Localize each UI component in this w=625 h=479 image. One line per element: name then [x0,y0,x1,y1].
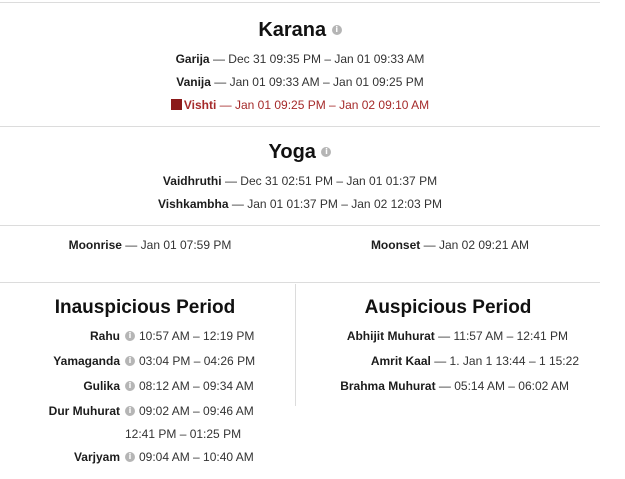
karana-dash: — [219,98,235,112]
karana-name: Vanija [176,75,211,89]
yoga-title: Yoga [268,141,316,163]
karana-dash: — [214,75,230,89]
inauspicious-time: 03:04 PM – 04:26 PM [139,354,256,368]
inauspicious-label: Varjyam [73,450,120,464]
vishti-highlight-swatch [170,99,182,111]
inauspicious-value: i 10:57 AM – 12:19 PM [125,329,254,343]
rahu-info-icon[interactable]: i [125,330,135,341]
auspicious-item-abhijit: Abhijit Muhurat — 11:57 AM – 12:41 PM [300,329,568,343]
yoga-dash: — [224,174,241,188]
moonrise-value: Jan 01 07:59 PM [140,238,232,252]
inauspicious-time: 10:57 AM – 12:19 PM [139,329,255,343]
moonrise: Moonrise — Jan 01 07:59 PM [0,238,300,252]
divider-yoga [0,225,600,226]
karana-section-title: Karana i [0,19,600,42]
yoga-name: Vaidhruthi [162,174,222,188]
auspicious-item-amrit-kaal: Amrit Kaal — 1. Jan 1 13:44 – 1 15:22 [300,354,579,368]
auspicious-dash: — [438,329,454,343]
column-divider [295,284,296,406]
auspicious-dash: — [434,354,450,368]
yoga-name: Vishkambha [158,197,229,211]
karana-name: Vishti [183,98,217,112]
inauspicious-time: 12:41 PM – 01:25 PM [125,427,242,441]
auspicious-label: Abhijit Muhurat [346,329,435,343]
divider-top [0,2,600,3]
karana-item-2: Vishti — Jan 01 09:25 PM – Jan 02 09:10 … [0,98,600,112]
karana-name: Garija [175,52,210,66]
inauspicious-value: i 09:04 AM – 10:40 AM [125,450,254,464]
inauspicious-label: Gulika [83,379,120,393]
yoga-range: Dec 31 02:51 PM – Jan 01 01:37 PM [240,174,438,188]
auspicious-value: 11:57 AM – 12:41 PM [453,329,568,343]
moonset-label: Moonset [370,238,421,252]
inauspicious-time: 09:04 AM – 10:40 AM [139,450,254,464]
auspicious-title: Auspicious Period [364,297,532,318]
yoga-item-0: Vaidhruthi — Dec 31 02:51 PM – Jan 01 01… [0,174,600,188]
karana-dash: — [212,52,229,66]
karana-title: Karana [258,19,327,41]
inauspicious-label: Yamaganda [53,354,120,368]
yoga-info-icon[interactable]: i [321,146,332,157]
auspicious-value: 05:14 AM – 06:02 AM [454,379,569,393]
inauspicious-label: Dur Muhurat [48,404,120,418]
karana-item-1: Vanija — Jan 01 09:33 AM – Jan 01 09:25 … [0,75,600,89]
yoga-section-title: Yoga i [0,141,600,164]
auspicious-label: Amrit Kaal [370,354,431,368]
inauspicious-value: i 08:12 AM – 09:34 AM [125,379,254,393]
yoga-item-1: Vishkambha — Jan 01 01:37 PM – Jan 02 12… [0,197,600,211]
dur-muhurat-info-icon[interactable]: i [125,405,135,416]
inauspicious-value: i 03:04 PM – 04:26 PM [125,354,255,368]
moonset-dash: — [423,238,439,252]
auspicious-item-brahma: Brahma Muhurat — 05:14 AM – 06:02 AM [300,379,569,393]
moonset: Moonset — Jan 02 09:21 AM [300,238,600,252]
yamaganda-info-icon[interactable]: i [125,355,135,366]
moonset-value: Jan 02 09:21 AM [438,238,530,252]
karana-range: Jan 01 09:25 PM – Jan 02 09:10 AM [235,98,430,112]
moonrise-dash: — [125,238,141,252]
gulika-info-icon[interactable]: i [125,380,135,391]
divider-karana [0,126,600,127]
divider-moon [0,282,600,283]
karana-item-0: Garija — Dec 31 09:35 PM – Jan 01 09:33 … [0,52,600,66]
karana-info-icon[interactable]: i [331,24,342,35]
inauspicious-value: i 09:02 AM – 09:46 AM [125,404,254,418]
yoga-range: Jan 01 01:37 PM – Jan 02 12:03 PM [247,197,442,211]
yoga-dash: — [231,197,248,211]
varjyam-info-icon[interactable]: i [125,451,135,462]
karana-range: Jan 01 09:33 AM – Jan 01 09:25 PM [229,75,424,89]
karana-range: Dec 31 09:35 PM – Jan 01 09:33 AM [228,52,425,66]
auspicious-label: Brahma Muhurat [340,379,436,393]
moonrise-label: Moonrise [68,238,122,252]
auspicious-value: 1. Jan 1 13:44 – 1 15:22 [449,354,579,368]
inauspicious-time: 09:02 AM – 09:46 AM [139,404,254,418]
inauspicious-label: Rahu [90,329,120,343]
inauspicious-title: Inauspicious Period [54,297,236,318]
inauspicious-time: 08:12 AM – 09:34 AM [139,379,254,393]
auspicious-dash: — [438,379,455,393]
